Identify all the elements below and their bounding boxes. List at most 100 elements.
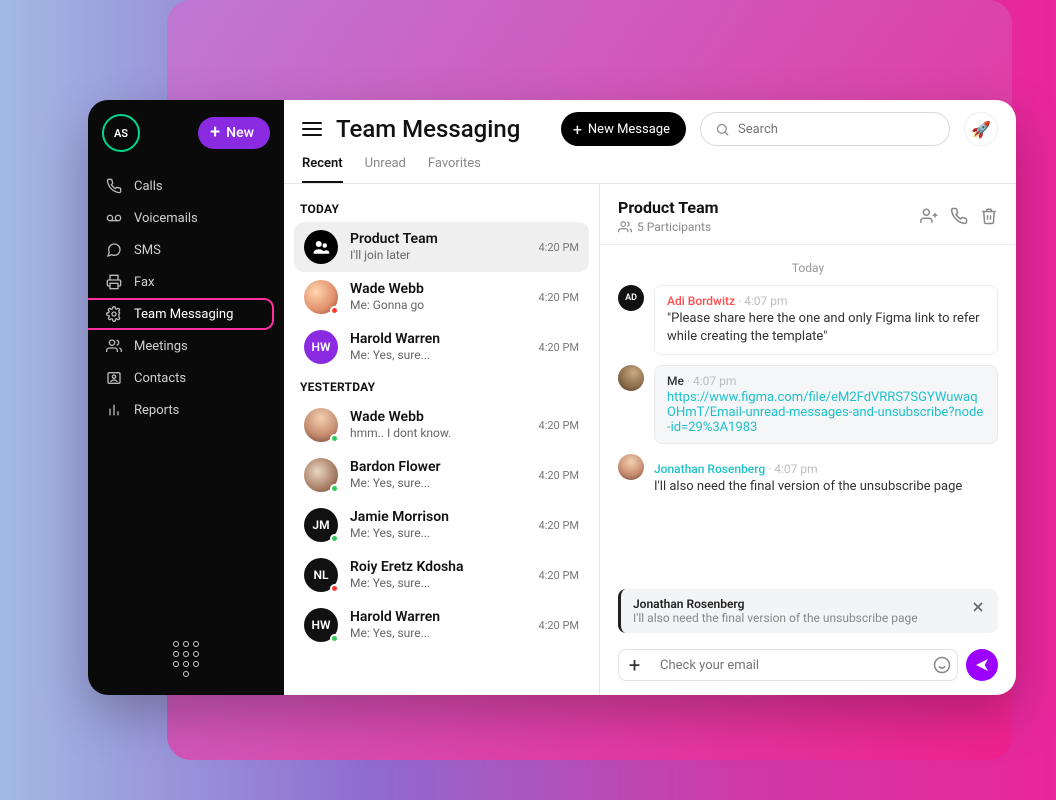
- message-sender: Jonathan Rosenberg: [654, 462, 765, 476]
- conversation-list[interactable]: TODAY Product Team I'll join later 4:20 …: [284, 184, 600, 695]
- conversation-snippet: I'll join later: [350, 248, 527, 264]
- conversation-time: 4:20 PM: [539, 619, 579, 632]
- users-icon: [618, 220, 632, 234]
- sidebar-item-voicemails[interactable]: Voicemails: [88, 202, 272, 234]
- message-row: AD Adi Bordwitz · 4:07 pm "Please share …: [618, 285, 998, 355]
- avatar: HW: [304, 330, 338, 364]
- attach-button[interactable]: +: [618, 649, 650, 681]
- conversation-snippet: hmm.. I dont know.: [350, 426, 527, 442]
- conversation-name: Wade Webb: [350, 280, 527, 298]
- message-sender: Me: [667, 374, 684, 388]
- avatar: NL: [304, 558, 338, 592]
- tab-unread[interactable]: Unread: [365, 156, 406, 183]
- sidebar-item-reports[interactable]: Reports: [88, 394, 272, 426]
- conversation-item[interactable]: Wade Webb Me: Gonna go 4:20 PM: [294, 272, 589, 322]
- message-row: Me · 4:07 pm https://www.figma.com/file/…: [618, 365, 998, 444]
- sidebar-item-sms[interactable]: SMS: [88, 234, 272, 266]
- trash-icon[interactable]: [980, 207, 998, 225]
- search-icon: [715, 122, 730, 137]
- reply-sender: Jonathan Rosenberg: [633, 597, 964, 611]
- phone-icon: [106, 178, 122, 194]
- gear-icon: [106, 306, 122, 322]
- chat-body[interactable]: Today AD Adi Bordwitz · 4:07 pm "Please …: [600, 245, 1016, 589]
- sidebar-item-label: SMS: [134, 243, 161, 258]
- message-bubble: Me · 4:07 pm https://www.figma.com/file/…: [654, 365, 998, 444]
- sidebar-item-label: Team Messaging: [134, 307, 233, 322]
- rocket-icon: 🚀: [971, 120, 991, 139]
- new-message-button[interactable]: + New Message: [561, 112, 686, 146]
- printer-icon: [106, 274, 122, 290]
- sidebar-item-team-messaging[interactable]: Team Messaging: [88, 298, 272, 330]
- hamburger-icon[interactable]: [302, 122, 322, 136]
- contacts-icon: [106, 370, 122, 386]
- message-time: · 4:07 pm: [768, 462, 818, 476]
- page-title: Team Messaging: [336, 115, 520, 143]
- message-bubble: Jonathan Rosenberg · 4:07 pm I'll also n…: [654, 454, 974, 504]
- conversation-item[interactable]: Wade Webb hmm.. I dont know. 4:20 PM: [294, 400, 589, 450]
- sidebar-nav: Calls Voicemails SMS Fax Team Messaging …: [88, 170, 284, 426]
- close-icon: [970, 599, 986, 615]
- dialpad-button[interactable]: [173, 641, 199, 677]
- avatar: [618, 365, 644, 391]
- avatar-me[interactable]: AS: [102, 114, 140, 152]
- conversation-name: Harold Warren: [350, 330, 527, 348]
- message-link[interactable]: https://www.figma.com/file/eM2FdVRRS7SGY…: [667, 390, 983, 435]
- conversation-name: Wade Webb: [350, 408, 527, 426]
- new-button-label: New: [226, 125, 254, 141]
- conversation-time: 4:20 PM: [539, 469, 579, 482]
- sidebar-top: AS + New: [88, 114, 284, 164]
- avatar: [304, 408, 338, 442]
- group-avatar-icon: [304, 230, 338, 264]
- message-row: Jonathan Rosenberg · 4:07 pm I'll also n…: [618, 454, 998, 504]
- conversation-snippet: Me: Gonna go: [350, 298, 527, 314]
- conversation-item[interactable]: HW Harold Warren Me: Yes, sure... 4:20 P…: [294, 600, 589, 650]
- message-text: I'll also need the final version of the …: [654, 478, 962, 496]
- tab-recent[interactable]: Recent: [302, 156, 343, 183]
- sms-icon: [106, 242, 122, 258]
- conversation-item[interactable]: JM Jamie Morrison Me: Yes, sure... 4:20 …: [294, 500, 589, 550]
- close-reply-button[interactable]: [968, 597, 988, 617]
- emoji-button[interactable]: [926, 649, 958, 681]
- sidebar-item-contacts[interactable]: Contacts: [88, 362, 272, 394]
- sidebar-item-label: Fax: [134, 275, 155, 290]
- participants: 5 Participants: [618, 220, 719, 234]
- participants-label: 5 Participants: [637, 220, 711, 234]
- conversation-snippet: Me: Yes, sure...: [350, 476, 527, 492]
- tabs: Recent Unread Favorites: [284, 146, 1016, 184]
- conversation-time: 4:20 PM: [539, 341, 579, 354]
- conversation-time: 4:20 PM: [539, 241, 579, 254]
- plus-icon: +: [573, 120, 582, 139]
- add-user-icon[interactable]: [920, 207, 938, 225]
- conversation-item[interactable]: HW Harold Warren Me: Yes, sure... 4:20 P…: [294, 322, 589, 372]
- composer: +: [600, 641, 1016, 695]
- conversation-item[interactable]: Bardon Flower Me: Yes, sure... 4:20 PM: [294, 450, 589, 500]
- conversation-time: 4:20 PM: [539, 291, 579, 304]
- rocket-button[interactable]: 🚀: [964, 112, 998, 146]
- new-button[interactable]: + New: [198, 117, 270, 149]
- section-yesterday: YESTERTDAY: [294, 372, 589, 400]
- conversation-snippet: Me: Yes, sure...: [350, 626, 527, 642]
- conversation-item[interactable]: NL Roiy Eretz Kdosha Me: Yes, sure... 4:…: [294, 550, 589, 600]
- new-message-label: New Message: [588, 122, 670, 137]
- sidebar-item-fax[interactable]: Fax: [88, 266, 272, 298]
- conversation-snippet: Me: Yes, sure...: [350, 348, 527, 364]
- message-bubble: Adi Bordwitz · 4:07 pm "Please share her…: [654, 285, 998, 355]
- sidebar-item-label: Calls: [134, 179, 163, 194]
- conversation-item[interactable]: Product Team I'll join later 4:20 PM: [294, 222, 589, 272]
- conversation-name: Jamie Morrison: [350, 508, 527, 526]
- search-box[interactable]: [700, 112, 950, 146]
- conversation-time: 4:20 PM: [539, 519, 579, 532]
- conversation-time: 4:20 PM: [539, 419, 579, 432]
- message-time: · 4:07 pm: [687, 374, 737, 388]
- bar-chart-icon: [106, 402, 122, 418]
- phone-icon[interactable]: [950, 207, 968, 225]
- search-input[interactable]: [738, 122, 935, 137]
- tab-favorites[interactable]: Favorites: [428, 156, 481, 183]
- sidebar-item-calls[interactable]: Calls: [88, 170, 272, 202]
- compose-input[interactable]: [650, 649, 926, 681]
- conversation-name: Bardon Flower: [350, 458, 527, 476]
- conversation-snippet: Me: Yes, sure...: [350, 576, 527, 592]
- send-button[interactable]: [966, 649, 998, 681]
- sidebar-item-label: Contacts: [134, 371, 186, 386]
- sidebar-item-meetings[interactable]: Meetings: [88, 330, 272, 362]
